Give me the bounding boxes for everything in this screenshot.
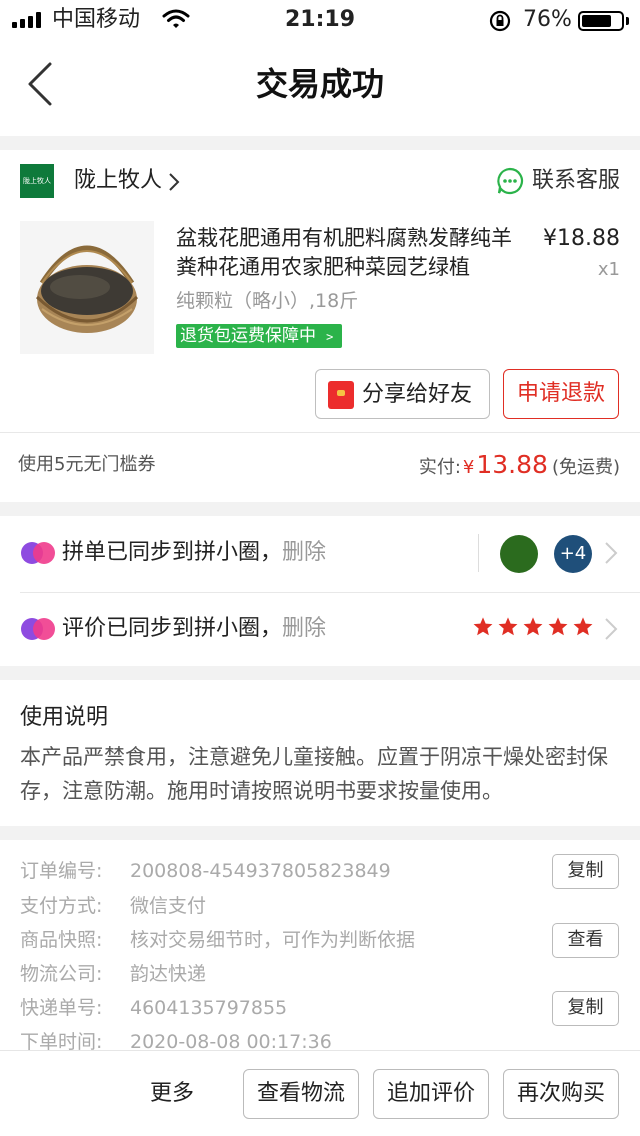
contact-service-button[interactable]: 联系客服 xyxy=(496,166,620,196)
info-label: 订单编号: xyxy=(20,860,103,882)
pin-circle-icon xyxy=(21,618,55,640)
pin-circle-icon xyxy=(21,542,55,564)
paid-amount-summary: 实付: ¥ 13.88 (免运费) xyxy=(419,450,620,479)
shop-logo: 陇上牧人 xyxy=(20,164,54,198)
buy-again-button[interactable]: 再次购买 xyxy=(503,1069,619,1119)
logistics-company: 韵达快递 xyxy=(130,963,207,985)
chevron-right-icon xyxy=(169,173,180,191)
return-shipping-guarantee-badge[interactable]: 退货包运费保障中 ﹥ xyxy=(176,324,343,348)
add-review-button[interactable]: 追加评价 xyxy=(373,1069,489,1119)
battery-tip xyxy=(626,17,629,25)
review-sync-text: 评价已同步到拼小圈，删除 xyxy=(62,614,326,644)
order-number-row: 订单编号: 200808-454937805823849 xyxy=(20,858,391,884)
more-avatars-badge[interactable]: +4 xyxy=(554,535,592,573)
guarantee-label: 退货包运费保障中 xyxy=(180,326,316,346)
group-sync-text: 拼单已同步到拼小圈，删除 xyxy=(62,538,326,568)
battery-icon xyxy=(578,11,624,31)
copy-tracking-number-button[interactable]: 复制 xyxy=(552,991,619,1026)
group-sync-row[interactable]: 拼单已同步到拼小圈，删除 +4 xyxy=(0,516,640,590)
product-price: ¥18.88 xyxy=(543,226,620,251)
basket-image xyxy=(35,245,139,333)
status-bar: 中国移动 21:19 76% xyxy=(0,0,640,40)
review-sync-row[interactable]: 评价已同步到拼小圈，删除 xyxy=(0,592,640,666)
view-snapshot-button[interactable]: 查看 xyxy=(552,923,619,958)
usage-instructions-card: 使用说明 本产品严禁食用，注意避免儿童接触。应置于阴凉干燥处密封保存，注意防潮。… xyxy=(0,680,640,826)
share-label: 分享给好友 xyxy=(362,382,473,407)
payment-method-row: 支付方式: 微信支付 xyxy=(20,893,206,919)
group-sync-label: 拼单已同步到拼小圈， xyxy=(62,540,283,565)
review-sync-delete-link[interactable]: 删除 xyxy=(282,616,326,641)
copy-order-number-button[interactable]: 复制 xyxy=(552,854,619,889)
star-icon xyxy=(498,617,518,636)
more-button[interactable]: 更多 xyxy=(150,1079,194,1109)
product-quantity: x1 xyxy=(597,259,620,280)
shipping-note: (免运费) xyxy=(551,457,620,478)
tracking-number: 4604135797855 xyxy=(130,997,288,1019)
order-number: 200808-454937805823849 xyxy=(130,860,391,882)
info-label: 支付方式: xyxy=(20,895,103,917)
logistics-company-row: 物流公司: 韵达快递 xyxy=(20,961,206,987)
page-title: 交易成功 xyxy=(255,65,384,103)
product-title[interactable]: 盆栽花肥通用有机肥料腐熟发酵纯羊粪种花通用农家肥种菜园艺绿植 xyxy=(176,224,514,282)
star-icon xyxy=(573,617,593,636)
info-label: 商品快照: xyxy=(20,929,103,951)
battery-level-fill xyxy=(582,15,611,27)
snapshot-row: 商品快照: 核对交易细节时，可作为判断依据 xyxy=(20,927,415,953)
star-icon xyxy=(548,617,568,636)
snapshot-note: 核对交易细节时，可作为判断依据 xyxy=(130,929,416,951)
battery-percent: 76% xyxy=(523,7,572,32)
paid-amount: 13.88 xyxy=(476,450,548,479)
request-refund-button[interactable]: 申请退款 xyxy=(503,369,619,419)
order-product-card: 陇上牧人 陇上牧人 联系客服 盆栽花肥通用有机肥料腐熟发酵纯羊粪种花通用农家肥种… xyxy=(0,150,640,502)
usage-title: 使用说明 xyxy=(20,705,109,730)
share-to-friends-button[interactable]: 分享给好友 xyxy=(315,369,490,419)
shop-name-link[interactable]: 陇上牧人 xyxy=(74,166,162,196)
paid-label: 实付: xyxy=(418,457,461,478)
product-spec: 纯颗粒（略小）,18斤 xyxy=(176,290,359,312)
review-sync-label: 评价已同步到拼小圈， xyxy=(62,616,283,641)
chevron-right-icon xyxy=(605,542,618,564)
bottom-action-bar: 更多 查看物流 追加评价 再次购买 xyxy=(0,1050,640,1136)
currency-symbol: ¥ xyxy=(462,457,475,478)
rating-stars xyxy=(472,616,594,638)
order-time: 2020-08-08 00:17:36 xyxy=(130,1031,332,1050)
chevron-right-icon xyxy=(605,618,618,640)
contact-service-label: 联系客服 xyxy=(532,168,621,193)
chat-bubble-icon xyxy=(497,167,524,195)
red-envelope-icon xyxy=(328,381,354,409)
usage-body: 本产品严禁食用，注意避免儿童接触。应置于阴凉干燥处密封保存，注意防潮。施用时请按… xyxy=(20,745,608,803)
star-icon xyxy=(523,617,543,636)
social-sync-card: 拼单已同步到拼小圈，删除 +4 评价已同步到拼小圈，删除 xyxy=(0,516,640,666)
coupon-used-text: 使用5元无门槛券 xyxy=(18,454,156,475)
view-logistics-button[interactable]: 查看物流 xyxy=(243,1069,359,1119)
order-time-row: 下单时间: 2020-08-08 00:17:36 xyxy=(20,1029,332,1050)
navigation-bar: 交易成功 xyxy=(0,40,640,136)
group-sync-delete-link[interactable]: 删除 xyxy=(282,540,326,565)
tracking-number-row: 快递单号: 4604135797855 xyxy=(20,995,287,1021)
order-info-card: 订单编号: 200808-454937805823849 复制 支付方式: 微信支付… xyxy=(0,840,640,1050)
divider xyxy=(0,432,640,433)
info-label: 下单时间: xyxy=(20,1031,103,1050)
payment-method: 微信支付 xyxy=(130,895,207,917)
rotation-lock-icon xyxy=(489,10,511,32)
product-thumbnail[interactable] xyxy=(20,221,154,354)
info-label: 物流公司: xyxy=(20,963,103,985)
star-icon xyxy=(473,617,493,636)
refund-label: 申请退款 xyxy=(516,381,605,406)
info-label: 快递单号: xyxy=(20,997,103,1019)
avatar[interactable] xyxy=(500,535,538,573)
vertical-separator xyxy=(478,534,479,572)
